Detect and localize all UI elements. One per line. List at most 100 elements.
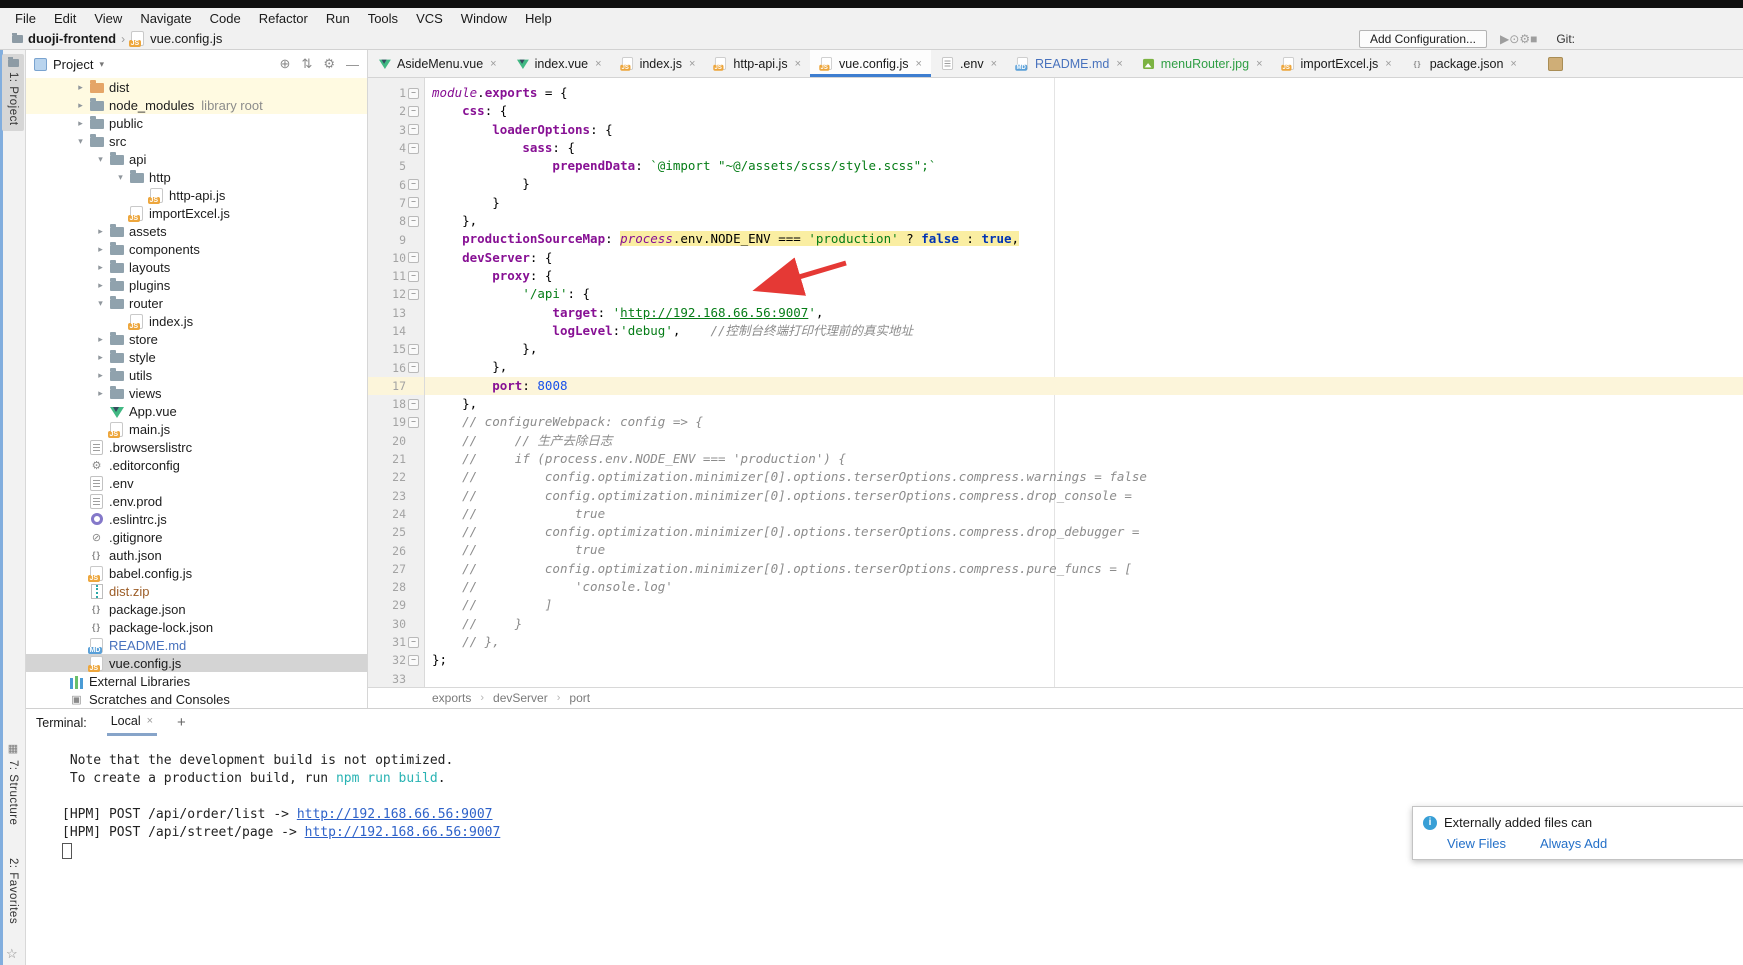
notification-action-view-files[interactable]: View Files bbox=[1447, 836, 1506, 851]
run-button[interactable]: ▶ bbox=[1500, 32, 1509, 46]
close-icon[interactable]: × bbox=[991, 58, 997, 70]
profiler-button[interactable]: ⚙ bbox=[1519, 32, 1530, 46]
chevron-right-icon[interactable]: ▸ bbox=[72, 100, 89, 111]
fold-end-icon[interactable]: − bbox=[408, 362, 419, 373]
stripe-structure-button[interactable]: ▦ 7: Structure bbox=[2, 742, 24, 825]
tab-asidemenu.vue[interactable]: AsideMenu.vue× bbox=[368, 50, 506, 77]
chevron-right-icon[interactable]: ▸ bbox=[92, 280, 109, 291]
tree-item-.eslintrc.js[interactable]: .eslintrc.js bbox=[26, 510, 367, 528]
tree-item-.editorconfig[interactable]: ⚙.editorconfig bbox=[26, 456, 367, 474]
close-icon[interactable]: × bbox=[689, 58, 695, 70]
locate-file-icon[interactable]: ⊕ bbox=[280, 56, 291, 72]
tree-item-views[interactable]: ▸views bbox=[26, 384, 367, 402]
tab-importexcel.js[interactable]: JSimportExcel.js× bbox=[1272, 50, 1401, 77]
close-icon[interactable]: × bbox=[916, 58, 922, 70]
chevron-right-icon[interactable]: ▸ bbox=[72, 118, 89, 129]
fold-collapse-icon[interactable]: − bbox=[408, 271, 419, 282]
tree-item-layouts[interactable]: ▸layouts bbox=[26, 258, 367, 276]
tree-item-public[interactable]: ▸public bbox=[26, 114, 367, 132]
chevron-down-icon[interactable]: ▾ bbox=[72, 136, 89, 147]
collapse-all-icon[interactable]: ⇅ bbox=[301, 56, 312, 72]
tree-item-package-lock.json[interactable]: {}package-lock.json bbox=[26, 618, 367, 636]
tree-item-external-libraries[interactable]: External Libraries bbox=[26, 672, 367, 690]
menu-code[interactable]: Code bbox=[201, 11, 250, 26]
chevron-down-icon[interactable]: ▾ bbox=[92, 154, 109, 165]
menu-tools[interactable]: Tools bbox=[359, 11, 407, 26]
menu-refactor[interactable]: Refactor bbox=[250, 11, 317, 26]
project-panel-title[interactable]: Project bbox=[53, 57, 93, 72]
tree-item-components[interactable]: ▸components bbox=[26, 240, 367, 258]
fold-collapse-icon[interactable]: − bbox=[408, 417, 419, 428]
tree-item-plugins[interactable]: ▸plugins bbox=[26, 276, 367, 294]
menu-window[interactable]: Window bbox=[452, 11, 516, 26]
stop-button[interactable]: ■ bbox=[1530, 32, 1537, 46]
tree-item-app.vue[interactable]: App.vue bbox=[26, 402, 367, 420]
fold-end-icon[interactable]: − bbox=[408, 399, 419, 410]
editor-body[interactable]: 1−2−3−4−56−7−8−910−11−12−131415−16−1718−… bbox=[368, 78, 1743, 687]
tab-.env[interactable]: .env× bbox=[931, 50, 1006, 77]
menu-help[interactable]: Help bbox=[516, 11, 561, 26]
tree-item-auth.json[interactable]: {}auth.json bbox=[26, 546, 367, 564]
close-icon[interactable]: × bbox=[490, 58, 496, 70]
add-configuration-button[interactable]: Add Configuration... bbox=[1359, 30, 1487, 48]
tab-options-icon[interactable] bbox=[1548, 57, 1563, 71]
close-icon[interactable]: × bbox=[1256, 58, 1262, 70]
close-icon[interactable]: × bbox=[1510, 58, 1516, 70]
tab-package.json[interactable]: {}package.json× bbox=[1401, 50, 1526, 77]
chevron-right-icon[interactable]: ▸ bbox=[92, 388, 109, 399]
menu-view[interactable]: View bbox=[85, 11, 131, 26]
tree-item-readme.md[interactable]: MDREADME.md bbox=[26, 636, 367, 654]
notification-action-always-add[interactable]: Always Add bbox=[1540, 836, 1607, 851]
terminal-tab-local[interactable]: Local × bbox=[107, 709, 157, 736]
panel-settings-icon[interactable]: ⚙ bbox=[323, 56, 335, 72]
tree-item-.env.prod[interactable]: .env.prod bbox=[26, 492, 367, 510]
fold-collapse-icon[interactable]: − bbox=[408, 124, 419, 135]
tree-item-importexcel.js[interactable]: JSimportExcel.js bbox=[26, 204, 367, 222]
tab-http-api.js[interactable]: JShttp-api.js× bbox=[704, 50, 810, 77]
tree-item-style[interactable]: ▸style bbox=[26, 348, 367, 366]
tree-item-scratches-and-consoles[interactable]: ▣Scratches and Consoles bbox=[26, 690, 367, 708]
stripe-favorites-button[interactable]: 2: Favorites bbox=[2, 858, 24, 924]
menu-navigate[interactable]: Navigate bbox=[131, 11, 200, 26]
chevron-right-icon[interactable]: ▸ bbox=[92, 334, 109, 345]
tree-item-store[interactable]: ▸store bbox=[26, 330, 367, 348]
chevron-down-icon[interactable]: ▾ bbox=[99, 59, 104, 70]
tree-item-router[interactable]: ▾router bbox=[26, 294, 367, 312]
fold-collapse-icon[interactable]: − bbox=[408, 143, 419, 154]
chevron-down-icon[interactable]: ▾ bbox=[92, 298, 109, 309]
new-terminal-icon[interactable]: + bbox=[177, 714, 186, 731]
fold-collapse-icon[interactable]: − bbox=[408, 106, 419, 117]
fold-end-icon[interactable]: − bbox=[408, 637, 419, 648]
fold-end-icon[interactable]: − bbox=[408, 344, 419, 355]
tab-menurouter.jpg[interactable]: menuRouter.jpg× bbox=[1132, 50, 1272, 77]
tree-item-dist[interactable]: ▸dist bbox=[26, 78, 367, 96]
tree-item-api[interactable]: ▾api bbox=[26, 150, 367, 168]
menu-edit[interactable]: Edit bbox=[45, 11, 85, 26]
tree-item-src[interactable]: ▾src bbox=[26, 132, 367, 150]
breadcrumb-exports[interactable]: exports bbox=[432, 691, 471, 705]
close-icon[interactable]: × bbox=[147, 715, 153, 727]
favorites-star-icon[interactable]: ☆ bbox=[6, 946, 18, 962]
tree-item-index.js[interactable]: JSindex.js bbox=[26, 312, 367, 330]
chevron-right-icon[interactable]: ▸ bbox=[92, 262, 109, 273]
tree-item-vue.config.js[interactable]: JSvue.config.js bbox=[26, 654, 367, 672]
tree-item-http[interactable]: ▾http bbox=[26, 168, 367, 186]
close-icon[interactable]: × bbox=[595, 58, 601, 70]
breadcrumb-port[interactable]: port bbox=[569, 691, 590, 705]
chevron-right-icon[interactable]: ▸ bbox=[72, 82, 89, 93]
menu-file[interactable]: File bbox=[6, 11, 45, 26]
code-editor[interactable]: module.exports = { css: { loaderOptions:… bbox=[425, 78, 1743, 687]
tree-item-node-modules[interactable]: ▸node_moduleslibrary root bbox=[26, 96, 367, 114]
chevron-right-icon[interactable]: ▸ bbox=[92, 244, 109, 255]
git-label[interactable]: Git: bbox=[1556, 32, 1575, 46]
fold-end-icon[interactable]: − bbox=[408, 179, 419, 190]
tree-item-main.js[interactable]: JSmain.js bbox=[26, 420, 367, 438]
tree-item-package.json[interactable]: {}package.json bbox=[26, 600, 367, 618]
tree-item-http-api.js[interactable]: JShttp-api.js bbox=[26, 186, 367, 204]
menu-vcs[interactable]: VCS bbox=[407, 11, 452, 26]
stripe-project-button[interactable]: 1: Project bbox=[2, 54, 24, 131]
close-icon[interactable]: × bbox=[1116, 58, 1122, 70]
fold-end-icon[interactable]: − bbox=[408, 216, 419, 227]
fold-collapse-icon[interactable]: − bbox=[408, 289, 419, 300]
tree-item-.env[interactable]: .env bbox=[26, 474, 367, 492]
